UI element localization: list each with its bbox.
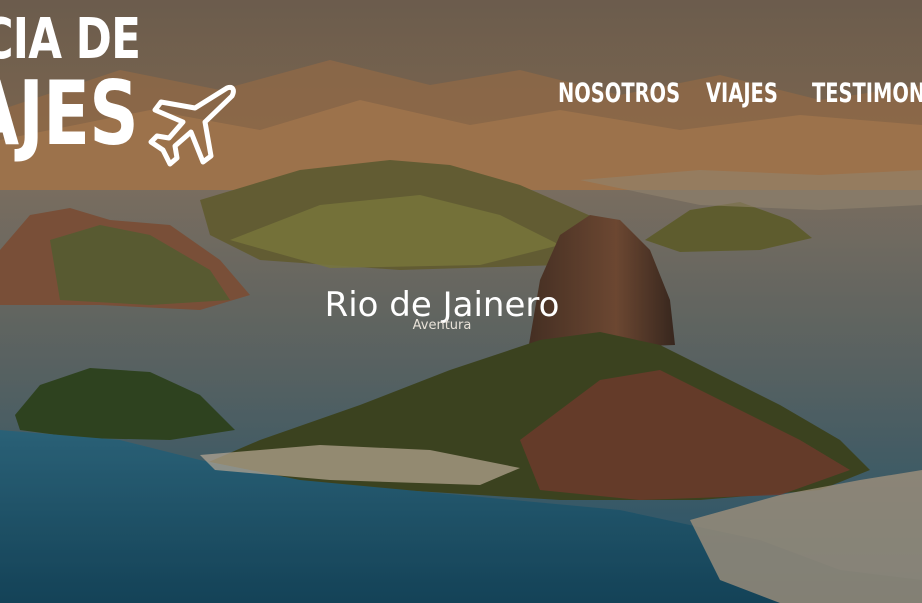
nav-link-viajes[interactable]: VIAJES [706, 78, 778, 109]
logo-text-line2: AJES [0, 62, 139, 165]
main-nav: NOSOTROS VIAJES TESTIMONI [558, 78, 922, 109]
nav-link-nosotros[interactable]: NOSOTROS [558, 78, 680, 109]
logo-text-line1: ICIA DE [0, 7, 141, 72]
hero-subtitle: Aventura [412, 318, 472, 333]
airplane-icon [148, 85, 236, 167]
hero-banner: ICIA DE AJES NOSOTROS VIAJES TESTIMONI R… [0, 0, 922, 603]
nav-link-testimonios[interactable]: TESTIMONI [812, 78, 922, 109]
